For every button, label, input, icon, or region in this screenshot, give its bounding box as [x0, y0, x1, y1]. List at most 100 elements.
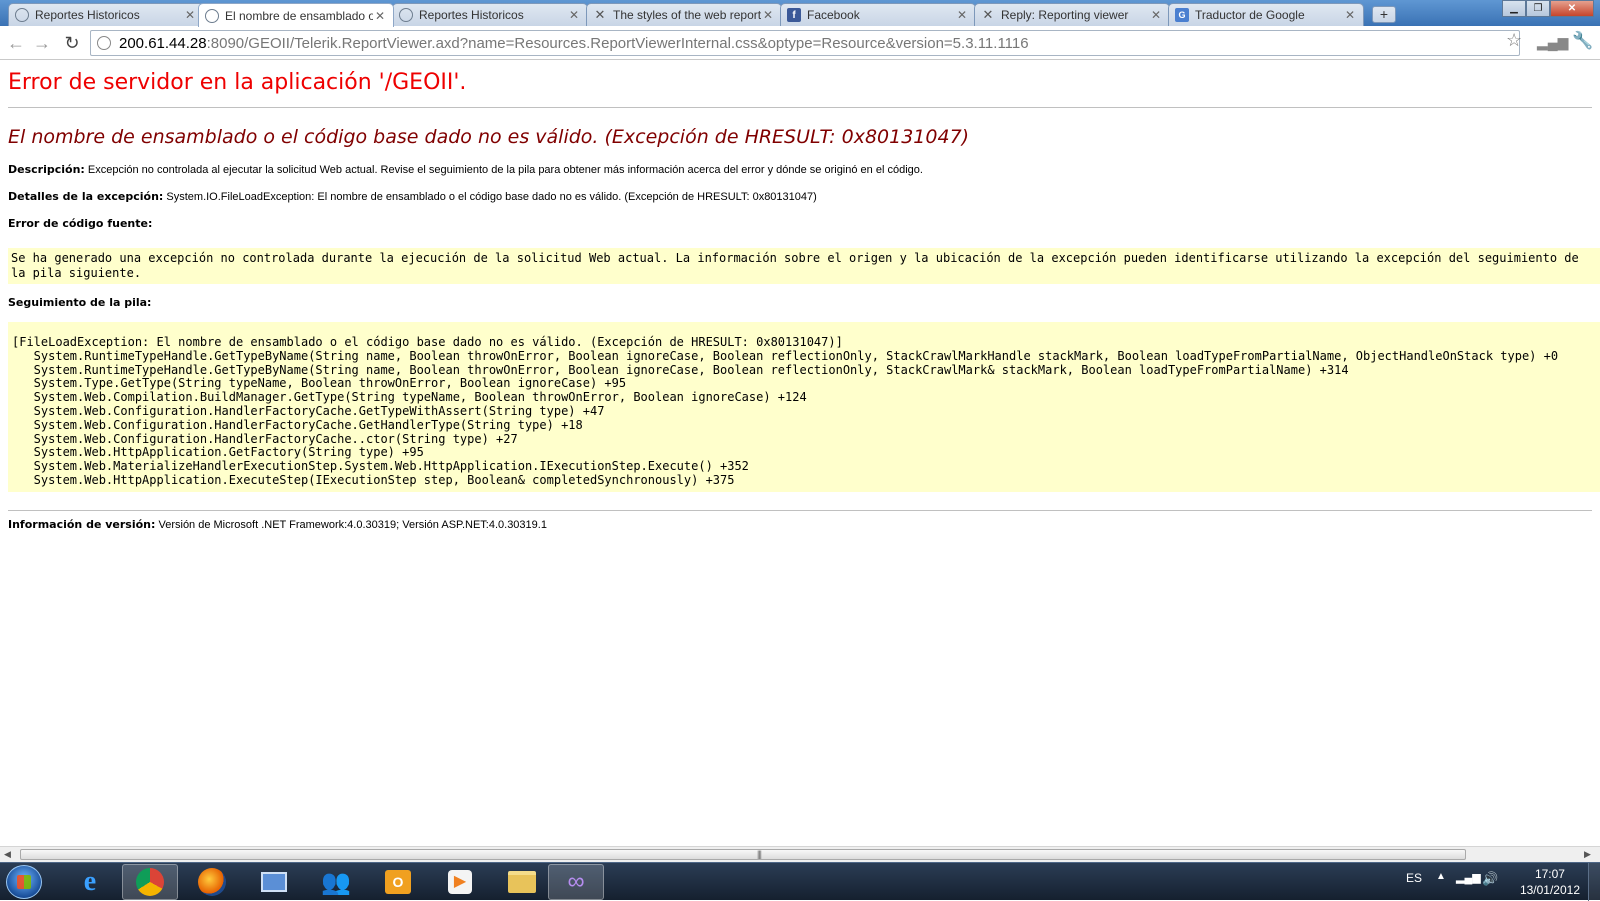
network-icon[interactable]: ▂▄▆: [1456, 871, 1481, 884]
stack-trace-line: System.Web.HttpApplication.GetFactory(St…: [12, 445, 424, 460]
close-icon[interactable]: ✕: [567, 8, 581, 22]
stack-trace-line: System.Web.Configuration.HandlerFactoryC…: [12, 431, 518, 446]
clock-time: 17:07: [1534, 867, 1565, 881]
outlook-icon[interactable]: O: [370, 864, 426, 900]
remote-desktop-icon[interactable]: [246, 864, 302, 900]
description-text: Excepción no controlada al ejecutar la s…: [87, 164, 923, 176]
close-icon[interactable]: ✕: [761, 8, 775, 22]
browser-toolbar: ← → ↻ 200.61.44.28:8090/GEOII/Telerik.Re…: [0, 26, 1600, 60]
media-player-icon[interactable]: ▶: [432, 864, 488, 900]
reload-icon[interactable]: ↻: [60, 32, 84, 54]
forward-arrow-icon[interactable]: →: [30, 32, 54, 54]
tab-reportes-historicos-2[interactable]: Reportes Historicos ✕: [392, 3, 588, 26]
tab-strip: Reportes Historicos ✕ El nombre de ensam…: [0, 0, 1600, 27]
version-label: Información de versión:: [8, 518, 156, 531]
volume-icon[interactable]: 🔊: [1482, 871, 1498, 887]
visual-studio-icon[interactable]: ∞: [548, 864, 604, 900]
show-desktop-button[interactable]: [1588, 863, 1600, 901]
tab-reply-reporting-viewer[interactable]: ✕ Reply: Reporting viewer ✕: [974, 3, 1170, 26]
url-path: :8090/GEOII/Telerik.ReportViewer.axd?nam…: [206, 34, 1029, 52]
wrench-icon[interactable]: 🔧: [1572, 31, 1593, 51]
stack-label: Seguimiento de la pila:: [8, 296, 152, 309]
close-icon[interactable]: ✕: [955, 8, 969, 22]
system-clock[interactable]: 17:07 13/01/2012: [1520, 866, 1580, 898]
error-subtitle: El nombre de ensamblado o el código base…: [8, 126, 970, 148]
version-text: Versión de Microsoft .NET Framework:4.0.…: [158, 519, 547, 531]
stack-line: Seguimiento de la pila:: [8, 296, 151, 309]
tab-title: El nombre de ensamblado o: [225, 8, 373, 23]
source-error-label: Error de código fuente:: [8, 217, 153, 230]
close-window-icon[interactable]: ✕: [1550, 0, 1594, 17]
close-icon[interactable]: ✕: [183, 8, 197, 22]
grip-icon: |||: [757, 849, 762, 859]
google-translate-icon: G: [1175, 8, 1189, 22]
address-bar[interactable]: 200.61.44.28:8090/GEOII/Telerik.ReportVi…: [90, 30, 1520, 56]
stack-trace-box: [FileLoadException: El nombre de ensambl…: [8, 322, 1600, 492]
restore-icon[interactable]: ❐: [1526, 0, 1550, 17]
tab-title: Reply: Reporting viewer: [1001, 8, 1129, 22]
tab-title: Reportes Historicos: [35, 8, 140, 22]
page-info-icon[interactable]: [97, 36, 111, 50]
telerik-icon: ✕: [982, 7, 994, 22]
tab-title: The styles of the web report: [613, 8, 761, 22]
exception-label: Detalles de la excepción:: [8, 190, 164, 203]
stack-trace-line: System.Web.HttpApplication.ExecuteStep(I…: [12, 472, 735, 487]
tab-facebook[interactable]: f Facebook ✕: [780, 3, 976, 26]
messenger-icon[interactable]: 👥: [308, 864, 364, 900]
scroll-left-icon[interactable]: ◀: [4, 849, 11, 860]
description-label: Descripción:: [8, 163, 85, 176]
tab-traductor-google[interactable]: G Traductor de Google ✕: [1168, 3, 1364, 26]
tab-styles-web-report[interactable]: ✕ The styles of the web report ✕: [586, 3, 782, 26]
stack-trace-line: System.Web.Compilation.BuildManager.GetT…: [12, 390, 807, 405]
globe-icon: [399, 8, 413, 22]
scroll-right-icon[interactable]: ▶: [1584, 849, 1591, 860]
new-tab-button[interactable]: +: [1372, 6, 1396, 23]
divider: [8, 510, 1592, 511]
chrome-icon[interactable]: [122, 864, 178, 900]
stack-trace-line: System.Web.Configuration.HandlerFactoryC…: [12, 417, 583, 432]
description-line: Descripción: Excepción no controlada al …: [8, 163, 923, 176]
version-line: Información de versión: Versión de Micro…: [8, 518, 547, 531]
url-host: 200.61.44.28: [119, 34, 207, 52]
source-error-box: Se ha generado una excepción no controla…: [8, 248, 1600, 284]
close-icon[interactable]: ✕: [1149, 8, 1163, 22]
scrollbar-thumb[interactable]: |||: [20, 849, 1466, 860]
folder-icon[interactable]: [494, 864, 550, 900]
telerik-icon: ✕: [594, 7, 606, 22]
clock-date: 13/01/2012: [1519, 883, 1580, 897]
facebook-icon: f: [787, 8, 801, 22]
page-content: Error de servidor en la aplicación '/GEO…: [0, 60, 1600, 846]
stack-trace-line: [FileLoadException: El nombre de ensambl…: [12, 335, 843, 349]
start-button[interactable]: [6, 865, 42, 899]
tab-error-page[interactable]: El nombre de ensamblado o ✕: [198, 3, 394, 27]
show-hidden-icons-icon[interactable]: ▲: [1436, 871, 1446, 882]
window-controls: ▁ ❐ ✕: [1502, 0, 1594, 17]
horizontal-scrollbar[interactable]: ◀ ||| ▶: [0, 846, 1600, 862]
bookmark-star-icon[interactable]: ☆: [1506, 30, 1522, 51]
divider: [8, 107, 1592, 108]
exception-line: Detalles de la excepción: System.IO.File…: [8, 190, 817, 203]
minimize-icon[interactable]: ▁: [1502, 0, 1526, 17]
close-icon[interactable]: ✕: [373, 9, 387, 23]
stack-trace-line: System.Web.Configuration.HandlerFactoryC…: [12, 403, 605, 418]
internet-explorer-icon[interactable]: e: [62, 864, 118, 900]
firefox-icon[interactable]: [184, 864, 240, 900]
stack-trace-line: System.Type.GetType(String typeName, Boo…: [12, 376, 627, 391]
globe-icon: [205, 8, 219, 23]
signal-bars-icon[interactable]: ▂▄▆: [1537, 34, 1568, 51]
stack-trace-line: System.RuntimeTypeHandle.GetTypeByName(S…: [12, 348, 1559, 363]
stack-trace-line: System.RuntimeTypeHandle.GetTypeByName(S…: [12, 362, 1349, 377]
globe-icon: [15, 8, 29, 22]
tab-title: Facebook: [807, 8, 860, 22]
windows-taskbar: e 👥 O ▶ ∞ ES ▲ ▂▄▆ 🔊 17:07 13/01/2012: [0, 862, 1600, 901]
exception-text: System.IO.FileLoadException: El nombre d…: [166, 191, 817, 203]
stack-trace-line: System.Web.MaterializeHandlerExecutionSt…: [12, 459, 749, 474]
back-arrow-icon[interactable]: ←: [4, 32, 28, 54]
tab-title: Reportes Historicos: [419, 8, 524, 22]
source-error-line: Error de código fuente:: [8, 217, 152, 230]
close-icon[interactable]: ✕: [1343, 8, 1357, 22]
tab-title: Traductor de Google: [1195, 8, 1305, 22]
tab-reportes-historicos-1[interactable]: Reportes Historicos ✕: [8, 3, 204, 26]
page-title: Error de servidor en la aplicación '/GEO…: [8, 70, 467, 95]
language-indicator[interactable]: ES: [1406, 871, 1422, 885]
